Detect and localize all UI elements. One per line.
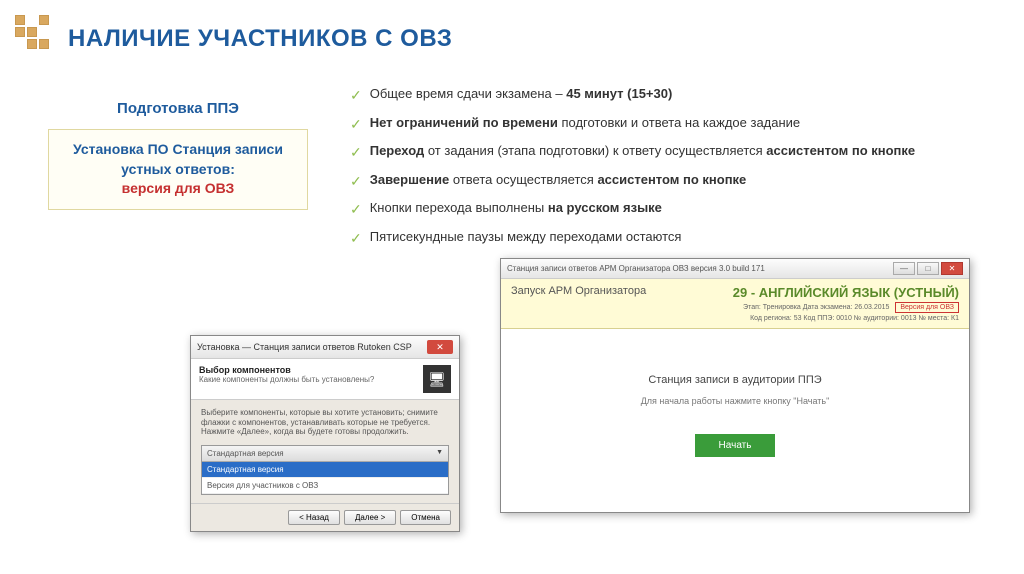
app-window: Станция записи ответов АРМ Организатора …	[500, 258, 970, 513]
installer-body: Выберите компоненты, которые вы хотите у…	[191, 400, 459, 503]
version-badge: Версия для ОВЗ	[895, 302, 959, 313]
meta-line: Этап: Тренировка Дата экзамена: 26.03.20…	[733, 302, 959, 313]
select-option[interactable]: Версия для участников с ОВЗ	[202, 478, 448, 494]
list-item: ✓ Завершение ответа осуществляется ассис…	[350, 171, 980, 192]
installer-titlebar-text: Установка — Станция записи ответов Rutok…	[197, 342, 412, 352]
install-line1: Установка ПО Станция записи устных ответ…	[61, 140, 295, 179]
installer-header: Выбор компонентов Какие компоненты должн…	[191, 359, 459, 400]
check-icon: ✓	[350, 115, 362, 135]
install-line2: версия для ОВЗ	[61, 179, 295, 199]
list-item: ✓ Нет ограничений по времени подготовки …	[350, 114, 980, 135]
close-button[interactable]: ✕	[427, 340, 453, 354]
installer-titlebar: Установка — Станция записи ответов Rutok…	[191, 336, 459, 359]
back-button[interactable]: < Назад	[288, 510, 340, 525]
app-titlebar: Станция записи ответов АРМ Организатора …	[501, 259, 969, 279]
list-item: ✓ Кнопки перехода выполнены на русском я…	[350, 199, 980, 220]
check-icon: ✓	[350, 172, 362, 192]
close-button[interactable]: ✕	[941, 262, 963, 275]
minimize-button[interactable]: —	[893, 262, 915, 275]
installer-header-sub: Какие компоненты должны быть установлены…	[199, 375, 374, 384]
launch-label: Запуск АРМ Организатора	[511, 285, 646, 297]
next-button[interactable]: Далее >	[344, 510, 396, 525]
start-button[interactable]: Начать	[695, 434, 776, 457]
left-panel: Подготовка ППЭ Установка ПО Станция запи…	[48, 100, 308, 210]
maximize-button[interactable]: □	[917, 262, 939, 275]
cancel-button[interactable]: Отмена	[400, 510, 451, 525]
meta-line: Код региона: 53 Код ППЭ: 0010 № аудитори…	[733, 315, 959, 322]
bullet-list: ✓ Общее время сдачи экзамена – 45 минут …	[350, 85, 980, 257]
check-icon: ✓	[350, 200, 362, 220]
logo-icon	[15, 15, 50, 50]
app-body-title: Станция записи в аудитории ППЭ	[521, 374, 949, 386]
installer-icon: 🖥	[423, 365, 451, 393]
chevron-down-icon: ▼	[436, 449, 443, 458]
app-header: Запуск АРМ Организатора 29 - АНГЛИЙСКИЙ …	[501, 279, 969, 329]
check-icon: ✓	[350, 143, 362, 163]
list-item: ✓ Пятисекундные паузы между переходами о…	[350, 228, 980, 249]
installer-window: Установка — Станция записи ответов Rutok…	[190, 335, 460, 532]
prep-title: Подготовка ППЭ	[48, 100, 308, 117]
installer-body-text: Выберите компоненты, которые вы хотите у…	[201, 408, 449, 437]
subject-label: 29 - АНГЛИЙСКИЙ ЯЗЫК (УСТНЫЙ)	[733, 285, 959, 300]
list-item: ✓ Общее время сдачи экзамена – 45 минут …	[350, 85, 980, 106]
list-item: ✓ Переход от задания (этапа подготовки) …	[350, 142, 980, 163]
check-icon: ✓	[350, 86, 362, 106]
check-icon: ✓	[350, 229, 362, 249]
app-body: Станция записи в аудитории ППЭ Для начал…	[501, 329, 969, 512]
installer-footer: < Назад Далее > Отмена	[191, 503, 459, 531]
page-title: НАЛИЧИЕ УЧАСТНИКОВ С ОВЗ	[68, 25, 452, 53]
app-titlebar-text: Станция записи ответов АРМ Организатора …	[507, 264, 765, 273]
select-option[interactable]: Стандартная версия	[202, 462, 448, 478]
component-select[interactable]: Стандартная версия ▼ Стандартная версия …	[201, 445, 449, 495]
app-body-sub: Для начала работы нажмите кнопку "Начать…	[521, 396, 949, 406]
install-box: Установка ПО Станция записи устных ответ…	[48, 129, 308, 210]
installer-header-title: Выбор компонентов	[199, 365, 374, 375]
